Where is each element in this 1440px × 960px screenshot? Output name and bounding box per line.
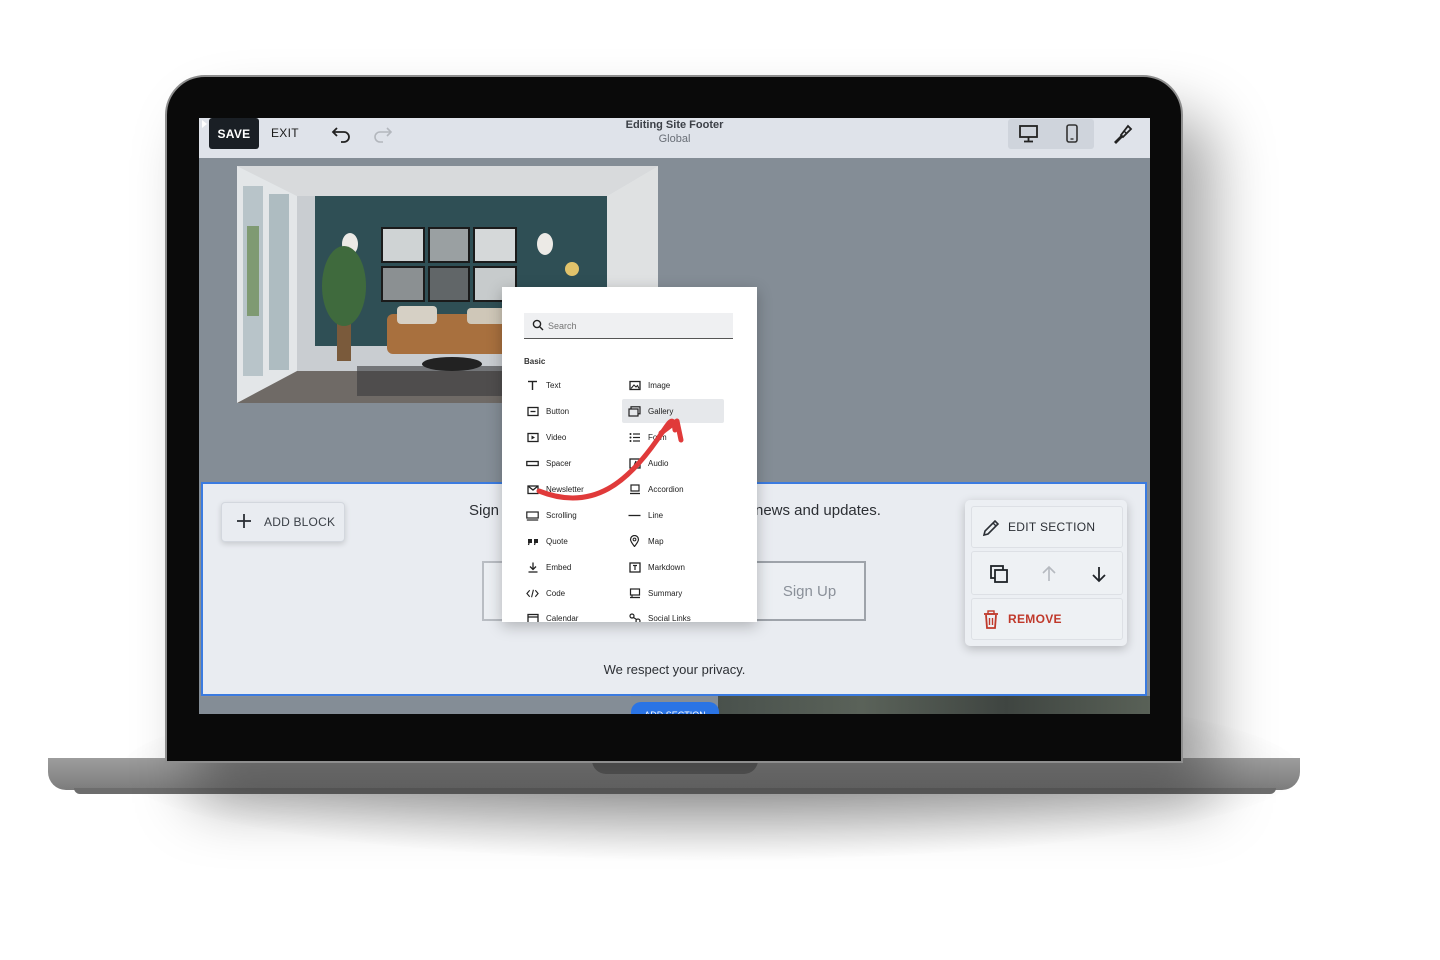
social-links-icon — [628, 612, 641, 622]
envelope-icon — [526, 483, 539, 496]
block-picker: Basic Text Button Video Spacer Newslette… — [502, 287, 757, 622]
newsletter-heading-end: news and updates. — [755, 502, 881, 519]
block-embed[interactable]: Embed — [524, 558, 620, 576]
block-button[interactable]: Button — [524, 402, 620, 420]
pencil-icon — [982, 519, 1000, 537]
spacer-icon — [526, 457, 539, 470]
block-label: Code — [546, 588, 566, 598]
section-move-controls — [971, 551, 1123, 595]
accordion-icon — [628, 483, 641, 496]
block-accordion[interactable]: Accordion — [626, 480, 722, 498]
move-up-icon[interactable] — [1039, 564, 1059, 584]
block-social-links[interactable]: Social Links — [626, 609, 722, 622]
block-scrolling[interactable]: Scrolling — [524, 506, 620, 524]
block-label: Social Links — [648, 613, 691, 623]
block-code[interactable]: Code — [524, 584, 620, 602]
block-label: Embed — [546, 562, 572, 572]
plus-icon — [237, 514, 251, 528]
block-calendar[interactable]: Calendar — [524, 609, 620, 622]
block-form[interactable]: Form — [626, 428, 722, 446]
block-label: Video — [546, 432, 567, 442]
edit-section-label: EDIT SECTION — [1008, 520, 1096, 534]
block-label: Calendar — [546, 613, 579, 623]
calendar-icon — [526, 612, 539, 622]
block-video[interactable]: Video — [524, 428, 620, 446]
search-icon — [532, 319, 544, 331]
scrolling-icon — [526, 509, 539, 522]
block-label: Image — [648, 380, 671, 390]
site-styles-icon[interactable] — [1110, 122, 1134, 146]
add-block-label: ADD BLOCK — [264, 515, 336, 529]
block-label: Line — [648, 510, 664, 520]
list-icon — [628, 431, 641, 444]
block-audio[interactable]: Audio — [626, 454, 722, 472]
block-markdown[interactable]: Markdown — [626, 558, 722, 576]
add-block-button[interactable]: ADD BLOCK — [221, 502, 345, 542]
block-label: Newsletter — [546, 484, 584, 494]
desktop-view-icon[interactable] — [1017, 124, 1041, 144]
block-label: Accordion — [648, 484, 684, 494]
block-spacer[interactable]: Spacer — [524, 454, 620, 472]
block-gallery[interactable]: Gallery — [622, 399, 724, 423]
screen: SAVE EXIT Editing Site Footer Global ADD… — [199, 118, 1150, 714]
gallery-icon — [628, 405, 641, 418]
newsletter-heading-start: Sign — [469, 502, 500, 519]
line-icon — [628, 509, 641, 522]
block-label: Form — [648, 432, 667, 442]
block-line[interactable]: Line — [626, 506, 722, 524]
section-divider — [201, 696, 631, 697]
search-input[interactable] — [548, 317, 726, 334]
block-label: Text — [546, 380, 561, 390]
next-section-preview — [718, 696, 1150, 714]
privacy-text: We respect your privacy. — [603, 662, 746, 677]
block-quote[interactable]: Quote — [524, 532, 620, 550]
block-label: Summary — [648, 588, 683, 598]
block-label: Gallery — [648, 406, 674, 416]
embed-icon — [526, 561, 539, 574]
edit-section-button[interactable]: EDIT SECTION — [971, 506, 1123, 548]
remove-section-button[interactable]: REMOVE — [971, 598, 1123, 640]
block-label: Markdown — [648, 562, 685, 572]
image-icon — [628, 379, 641, 392]
sign-up-button[interactable]: Sign Up — [753, 561, 866, 621]
block-label: Quote — [546, 536, 568, 546]
block-label: Button — [546, 406, 570, 416]
markdown-icon — [628, 561, 641, 574]
section-controls-panel: EDIT SECTION REMOVE — [965, 500, 1127, 646]
audio-icon — [628, 457, 641, 470]
map-pin-icon — [628, 535, 641, 548]
block-newsletter[interactable]: Newsletter — [524, 480, 620, 498]
editor-topbar: SAVE EXIT Editing Site Footer Global — [199, 118, 1150, 158]
block-label: Map — [648, 536, 664, 546]
text-icon — [526, 379, 539, 392]
block-image[interactable]: Image — [626, 376, 722, 394]
block-label: Audio — [648, 458, 669, 468]
block-search[interactable] — [524, 313, 733, 339]
button-icon — [526, 405, 539, 418]
quote-icon — [526, 535, 539, 548]
block-summary[interactable]: Summary — [626, 584, 722, 602]
laptop-base-foot — [74, 788, 1276, 794]
block-label: Scrolling — [546, 510, 577, 520]
duplicate-icon[interactable] — [989, 564, 1009, 584]
block-map[interactable]: Map — [626, 532, 722, 550]
category-label: Basic — [524, 357, 546, 366]
block-text[interactable]: Text — [524, 376, 620, 394]
trash-icon — [984, 610, 998, 629]
remove-label: REMOVE — [1008, 612, 1062, 626]
summary-icon — [628, 587, 641, 600]
move-down-icon[interactable] — [1089, 564, 1109, 584]
video-icon — [526, 431, 539, 444]
add-section-button[interactable]: ADD SECTION — [631, 702, 719, 714]
mobile-view-icon[interactable] — [1065, 123, 1079, 145]
code-icon — [526, 587, 539, 600]
block-label: Spacer — [546, 458, 572, 468]
